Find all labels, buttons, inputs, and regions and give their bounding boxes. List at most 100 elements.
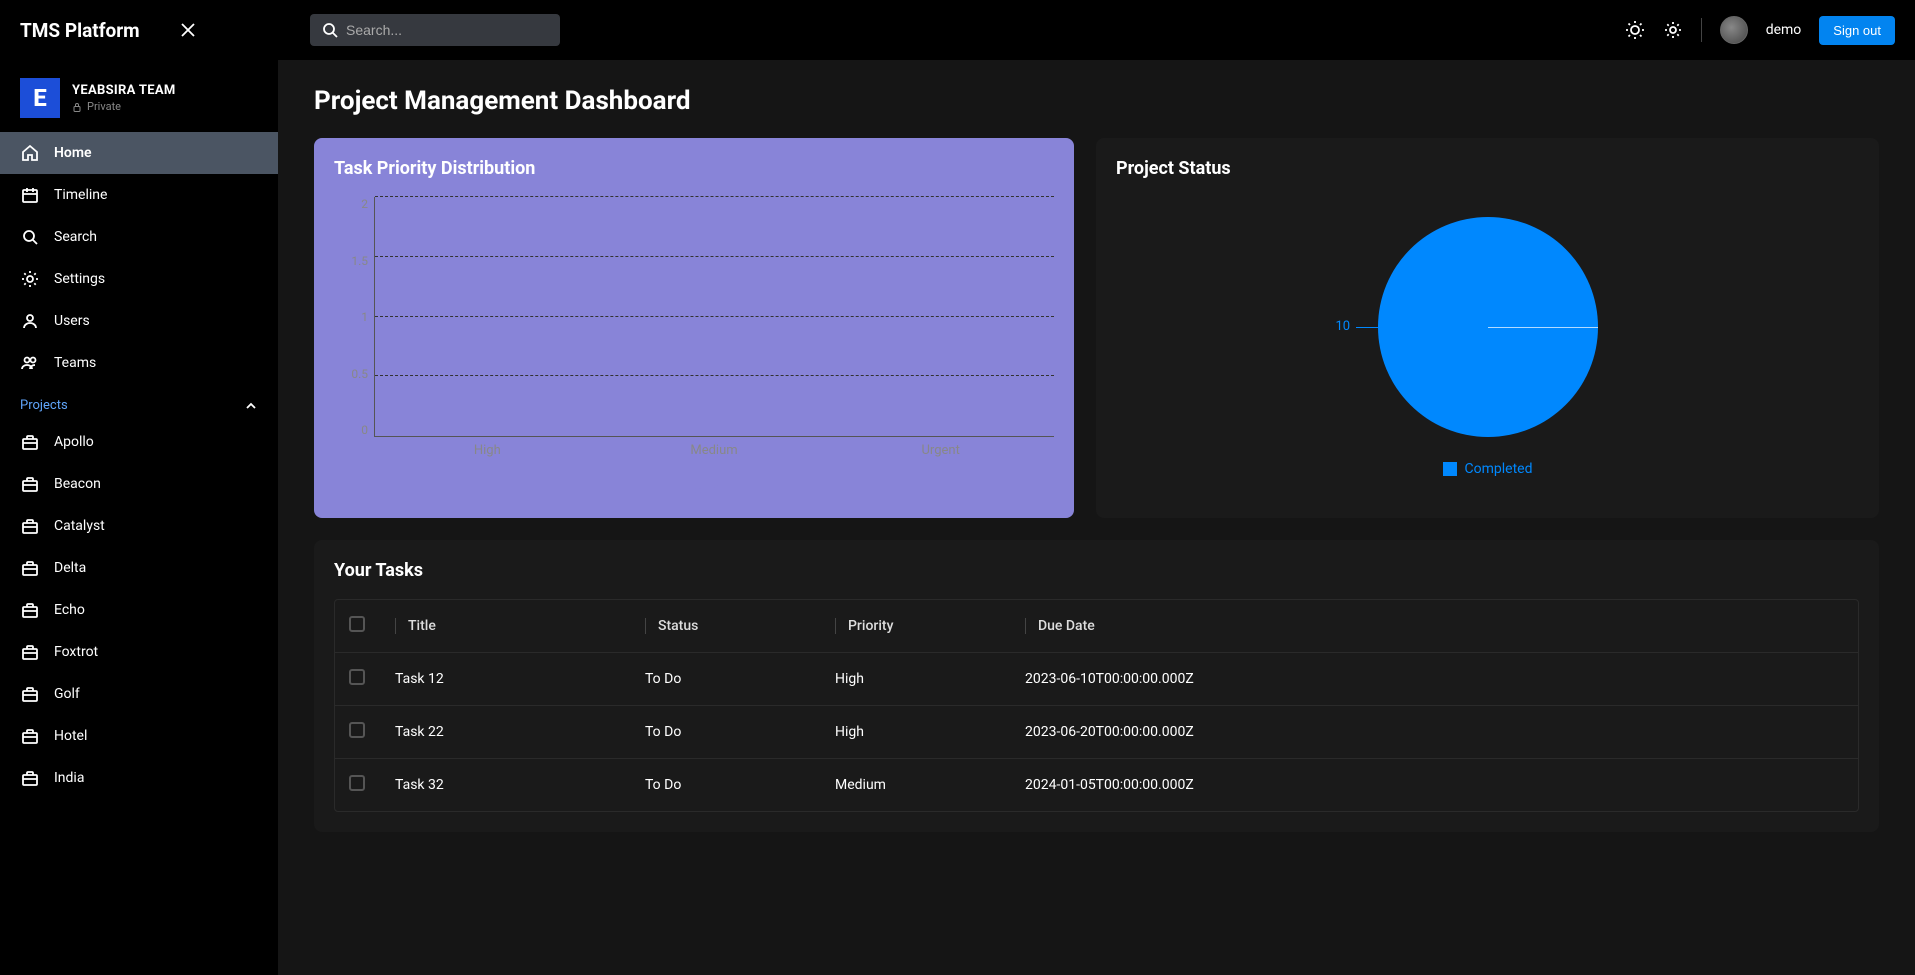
- sidebar-item-home[interactable]: Home: [0, 132, 278, 174]
- th-status[interactable]: Status: [645, 618, 698, 634]
- table-row[interactable]: Task 32 To Do Medium 2024-01-05T00:00:00…: [335, 759, 1858, 812]
- briefcase-icon: [20, 558, 40, 578]
- sidebar-item-label: Beacon: [54, 476, 101, 492]
- bar-ytick: 0: [334, 423, 368, 437]
- tasks-table: Title Status Priority Due Date Task 12 T…: [335, 600, 1858, 811]
- cell-title: Task 12: [381, 653, 631, 706]
- sidebar-item-label: Users: [54, 313, 90, 329]
- bar-chart: 21.510.50 HighMediumUrgent: [334, 197, 1054, 467]
- global-search[interactable]: [310, 14, 560, 46]
- projects-section-label: Projects: [20, 398, 68, 413]
- search-icon: [322, 22, 338, 38]
- sidebar-item-label: Catalyst: [54, 518, 105, 534]
- sidebar-item-users[interactable]: Users: [0, 300, 278, 342]
- home-icon: [20, 143, 40, 163]
- gear-icon: [20, 269, 40, 289]
- sidebar-item-teams[interactable]: Teams: [0, 342, 278, 384]
- signout-button[interactable]: Sign out: [1819, 16, 1895, 45]
- cell-status: To Do: [631, 759, 821, 812]
- user-name: demo: [1766, 22, 1802, 38]
- briefcase-icon: [20, 432, 40, 452]
- sidebar-project-india[interactable]: India: [0, 757, 278, 799]
- briefcase-icon: [20, 726, 40, 746]
- th-priority[interactable]: Priority: [835, 618, 893, 634]
- page-title: Project Management Dashboard: [314, 86, 1879, 116]
- tasks-card-title: Your Tasks: [334, 560, 1859, 581]
- bar-xlabel: Urgent: [827, 443, 1054, 458]
- cell-title: Task 22: [381, 706, 631, 759]
- lock-icon: [72, 102, 82, 112]
- pie-data-label: 10: [1336, 319, 1351, 334]
- main: Project Management Dashboard Task Priori…: [278, 0, 1915, 975]
- user-icon: [20, 311, 40, 331]
- table-row[interactable]: Task 22 To Do High 2023-06-20T00:00:00.0…: [335, 706, 1858, 759]
- sidebar-item-label: Delta: [54, 560, 86, 576]
- pie-label-connector: [1356, 327, 1378, 328]
- pie-chart-title: Project Status: [1116, 158, 1859, 179]
- cell-due: 2023-06-20T00:00:00.000Z: [1011, 706, 1208, 759]
- sidebar-project-beacon[interactable]: Beacon: [0, 463, 278, 505]
- sidebar-item-label: Timeline: [54, 187, 107, 203]
- bar-ytick: 1: [334, 310, 368, 324]
- settings-icon[interactable]: [1663, 20, 1683, 40]
- cell-priority: High: [821, 706, 1011, 759]
- avatar[interactable]: [1720, 16, 1748, 44]
- sidebar-project-echo[interactable]: Echo: [0, 589, 278, 631]
- timeline-icon: [20, 185, 40, 205]
- sidebar-item-label: Teams: [54, 355, 96, 371]
- sidebar: E YEABSIRA TEAM Private Home Timeline Sear…: [0, 0, 278, 975]
- table-row[interactable]: Task 12 To Do High 2023-06-10T00:00:00.0…: [335, 653, 1858, 706]
- bar-ytick: 1.5: [334, 254, 368, 268]
- sidebar-item-label: Home: [54, 145, 92, 161]
- sidebar-project-foxtrot[interactable]: Foxtrot: [0, 631, 278, 673]
- sidebar-item-label: Apollo: [54, 434, 94, 450]
- close-icon[interactable]: [180, 22, 196, 38]
- pie-legend: Completed: [1443, 461, 1533, 477]
- cell-status: To Do: [631, 653, 821, 706]
- sidebar-project-hotel[interactable]: Hotel: [0, 715, 278, 757]
- bar-chart-legend: count: [334, 483, 1054, 498]
- bar-chart-card: Task Priority Distribution 21.510.50 Hig…: [314, 138, 1074, 518]
- legend-swatch: [668, 485, 680, 497]
- sidebar-item-settings[interactable]: Settings: [0, 258, 278, 300]
- row-checkbox[interactable]: [349, 775, 365, 791]
- pie-radius-line: [1488, 327, 1598, 328]
- briefcase-icon: [20, 474, 40, 494]
- team-name: YEABSIRA TEAM: [72, 83, 176, 98]
- sidebar-project-apollo[interactable]: Apollo: [0, 421, 278, 463]
- pie-chart-card: Project Status 10 Completed: [1096, 138, 1879, 518]
- row-checkbox[interactable]: [349, 669, 365, 685]
- th-title[interactable]: Title: [395, 618, 436, 634]
- nav-projects: Apollo Beacon Catalyst Delta Echo FoxtrotGolf…: [0, 421, 278, 799]
- pie-legend-label: Completed: [1465, 461, 1533, 477]
- pie-slice-completed: [1378, 217, 1598, 437]
- pie-legend-swatch: [1443, 462, 1457, 476]
- cell-priority: Medium: [821, 759, 1011, 812]
- cell-status: To Do: [631, 706, 821, 759]
- users-icon: [20, 353, 40, 373]
- sidebar-item-search[interactable]: Search: [0, 216, 278, 258]
- brand-logo: TMS Platform: [20, 19, 140, 42]
- sidebar-project-golf[interactable]: Golf: [0, 673, 278, 715]
- topbar: TMS Platform demo Sign out: [0, 0, 1915, 60]
- sidebar-item-label: Search: [54, 229, 97, 245]
- team-header[interactable]: E YEABSIRA TEAM Private: [0, 60, 278, 132]
- cell-due: 2023-06-10T00:00:00.000Z: [1011, 653, 1208, 706]
- tasks-card: Your Tasks Title Status Priority Due Dat…: [314, 540, 1879, 832]
- team-privacy: Private: [72, 100, 176, 113]
- select-all-checkbox[interactable]: [349, 616, 365, 632]
- sidebar-project-delta[interactable]: Delta: [0, 547, 278, 589]
- projects-section-toggle[interactable]: Projects: [0, 384, 278, 421]
- sidebar-project-catalyst[interactable]: Catalyst: [0, 505, 278, 547]
- briefcase-icon: [20, 516, 40, 536]
- row-checkbox[interactable]: [349, 722, 365, 738]
- briefcase-icon: [20, 768, 40, 788]
- theme-toggle-icon[interactable]: [1625, 20, 1645, 40]
- sidebar-item-timeline[interactable]: Timeline: [0, 174, 278, 216]
- th-due[interactable]: Due Date: [1025, 618, 1095, 634]
- bar-xlabel: High: [374, 443, 601, 458]
- sidebar-item-label: Settings: [54, 271, 105, 287]
- sidebar-item-label: Echo: [54, 602, 85, 618]
- search-icon: [20, 227, 40, 247]
- search-input[interactable]: [346, 22, 548, 38]
